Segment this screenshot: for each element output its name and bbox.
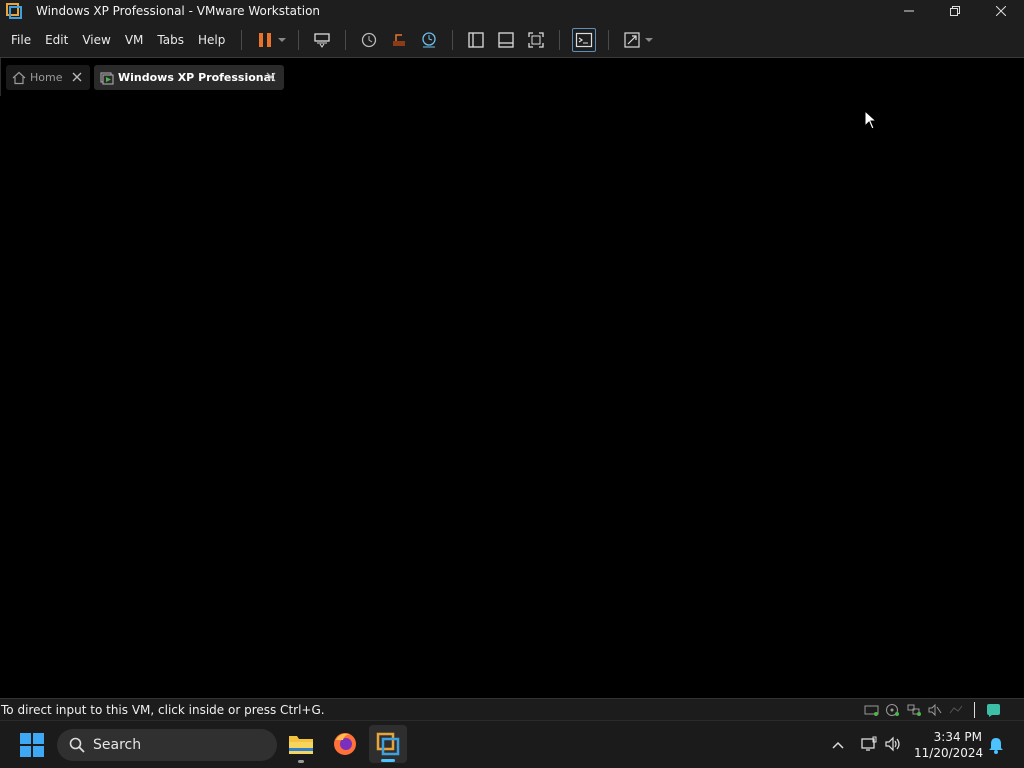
- menu-edit[interactable]: Edit: [39, 33, 74, 47]
- status-bar: To direct input to this VM, click inside…: [0, 698, 1024, 720]
- folder-icon: [289, 736, 313, 754]
- toolbar-separator: [452, 29, 454, 50]
- keyboard-send-icon: [314, 32, 330, 48]
- snapshot-manager-icon: [422, 31, 436, 47]
- console-view-button[interactable]: [572, 27, 597, 52]
- restore-button[interactable]: [932, 0, 978, 22]
- toolbar-separator: [608, 29, 610, 50]
- vm-running-icon: [100, 71, 114, 85]
- menu-vm[interactable]: VM: [119, 33, 150, 47]
- clock-date: 11/20/2024: [914, 746, 984, 760]
- restore-icon: [950, 6, 960, 16]
- tab-vm-label: Windows XP Professional: [118, 71, 275, 84]
- revert-snapshot-icon: [393, 33, 406, 46]
- tab-bar: Home Windows XP Professional: [0, 58, 1024, 96]
- vmware-icon: [376, 732, 400, 756]
- toolbar-separator: [345, 29, 347, 50]
- close-icon[interactable]: [70, 70, 84, 84]
- clock-time: 3:34 PM: [933, 730, 982, 744]
- toolbar-separator: [559, 29, 561, 50]
- take-snapshot-button[interactable]: [358, 29, 380, 51]
- sound-card-icon[interactable]: [927, 703, 943, 717]
- send-ctrl-alt-del-button[interactable]: [311, 29, 333, 51]
- revert-snapshot-button[interactable]: [388, 29, 410, 51]
- stretch-icon: [624, 31, 640, 48]
- title-bar: Windows XP Professional - VMware Worksta…: [0, 0, 1024, 22]
- menu-toolbar: File Edit View VM Tabs Help: [0, 22, 1024, 58]
- network-icon[interactable]: [860, 735, 878, 753]
- stretch-guest-button[interactable]: [621, 29, 643, 51]
- snapshot-manager-button[interactable]: [418, 29, 440, 51]
- close-button[interactable]: [978, 0, 1024, 22]
- search-icon: [69, 737, 85, 753]
- home-icon: [12, 71, 26, 84]
- close-icon[interactable]: [264, 70, 278, 84]
- tab-windows-xp[interactable]: Windows XP Professional: [94, 65, 284, 90]
- show-library-button[interactable]: [465, 29, 487, 51]
- power-dropdown-caret[interactable]: [278, 29, 287, 51]
- firefox-taskbar-button[interactable]: [330, 729, 360, 759]
- status-message: To direct input to this VM, click inside…: [1, 703, 325, 717]
- vmware-taskbar-button[interactable]: [369, 725, 407, 763]
- vm-display[interactable]: [0, 96, 1024, 698]
- taskbar-search[interactable]: Search: [57, 729, 277, 761]
- thumbnail-bar-icon: [498, 31, 514, 48]
- search-label: Search: [93, 737, 142, 753]
- message-log-icon[interactable]: [986, 703, 1002, 717]
- mouse-cursor-icon: [864, 110, 878, 130]
- tab-home[interactable]: Home: [6, 65, 90, 90]
- device-status-icons: [859, 702, 1002, 718]
- hard-disk-icon[interactable]: [864, 703, 880, 717]
- taskbar-clock[interactable]: 3:34 PM 11/20/2024: [914, 729, 984, 761]
- toolbar-separator: [298, 29, 300, 50]
- show-thumbnail-bar-button[interactable]: [495, 29, 517, 51]
- volume-icon[interactable]: [884, 735, 902, 753]
- window-controls: [886, 0, 1024, 22]
- firefox-icon: [334, 733, 356, 755]
- chevron-down-icon: [278, 37, 287, 42]
- menu-view[interactable]: View: [76, 33, 116, 47]
- usb-device-icon[interactable]: [948, 703, 964, 717]
- file-explorer-taskbar-button[interactable]: [286, 729, 316, 763]
- menu-tabs[interactable]: Tabs: [151, 33, 190, 47]
- windows-start-icon[interactable]: [20, 733, 44, 757]
- status-separator: [974, 702, 975, 718]
- stretch-dropdown-caret[interactable]: [645, 29, 654, 51]
- vmware-app-icon[interactable]: [6, 3, 22, 19]
- snapshot-clock-icon: [362, 32, 377, 47]
- full-screen-icon: [528, 31, 544, 48]
- minimize-icon: [904, 10, 914, 12]
- close-icon: [996, 6, 1006, 16]
- cd-drive-icon[interactable]: [885, 703, 901, 717]
- chevron-down-icon: [645, 37, 654, 42]
- tab-home-label: Home: [30, 71, 63, 84]
- pause-button[interactable]: [254, 29, 276, 51]
- library-panel-icon: [468, 31, 484, 48]
- network-adapter-icon[interactable]: [906, 703, 922, 717]
- chevron-up-icon[interactable]: [830, 737, 846, 753]
- menu-help[interactable]: Help: [192, 33, 231, 47]
- windows-taskbar: Search 3:34 PM 11/20/2024: [0, 720, 1024, 768]
- menu-file[interactable]: File: [5, 33, 37, 47]
- terminal-icon: [576, 32, 593, 47]
- toolbar-separator: [241, 29, 243, 50]
- notification-bell-icon[interactable]: [988, 736, 1004, 754]
- window-title: Windows XP Professional - VMware Worksta…: [36, 4, 321, 18]
- minimize-button[interactable]: [886, 0, 932, 22]
- pause-icon: [259, 32, 272, 47]
- full-screen-button[interactable]: [525, 29, 547, 51]
